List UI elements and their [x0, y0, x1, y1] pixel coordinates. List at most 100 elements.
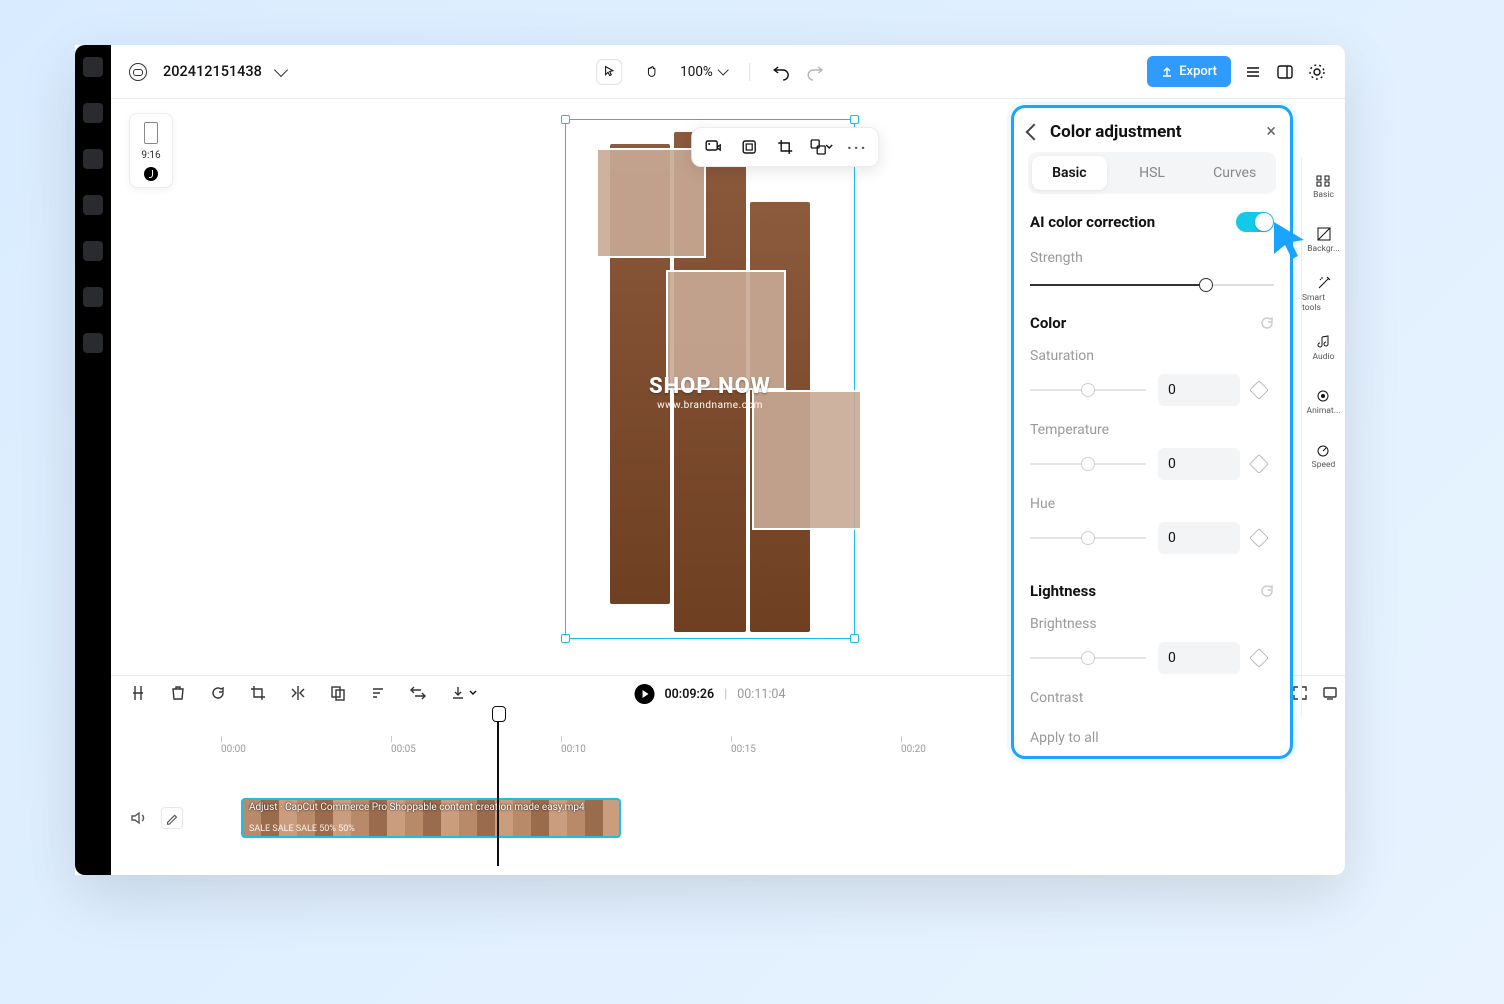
- playback-readout: 00:09:26 | 00:11:04: [635, 684, 786, 704]
- redo-icon: [806, 63, 824, 81]
- selection-box[interactable]: SHOP NOW www.brandname.com: [565, 119, 855, 639]
- layers-button[interactable]: [1243, 62, 1263, 82]
- slider-thumb[interactable]: [1081, 651, 1095, 665]
- strength-slider[interactable]: [1030, 284, 1274, 286]
- hue-label: Hue: [1030, 496, 1274, 512]
- play-button[interactable]: [635, 684, 655, 704]
- retry-button[interactable]: [209, 684, 227, 702]
- back-button[interactable]: [1026, 124, 1043, 141]
- tiktok-icon: [144, 167, 158, 181]
- keyframe-button[interactable]: [1249, 528, 1269, 548]
- sort-button[interactable]: [369, 684, 387, 702]
- download-dropdown[interactable]: [449, 684, 477, 702]
- resize-handle-tl[interactable]: [561, 115, 570, 124]
- hue-slider[interactable]: [1030, 537, 1146, 539]
- export-button[interactable]: Export: [1147, 56, 1231, 87]
- color-section-title: Color: [1030, 314, 1066, 332]
- split-button[interactable]: [129, 684, 147, 702]
- play-icon: [643, 690, 649, 698]
- aspect-ratio-label: 9:16: [141, 150, 160, 161]
- saturation-value[interactable]: 0: [1158, 374, 1240, 406]
- crop-button[interactable]: [772, 134, 798, 160]
- rail-item-basic[interactable]: Basic: [1313, 163, 1334, 209]
- rail-item-audio[interactable]: Audio: [1313, 325, 1335, 371]
- brightness-value[interactable]: 0: [1158, 642, 1240, 674]
- hue-value[interactable]: 0: [1158, 522, 1240, 554]
- rail-label: Backgr...: [1307, 244, 1339, 254]
- replace-media-button[interactable]: [700, 134, 726, 160]
- brightness-label: Brightness: [1030, 616, 1274, 632]
- swap-button[interactable]: [808, 134, 834, 160]
- project-dropdown-caret-icon[interactable]: [274, 62, 288, 76]
- export-icon: [1161, 66, 1173, 78]
- time-current: 00:09:26: [665, 687, 715, 702]
- clip-label: Adjust · CapCut Commerce Pro Shoppable c…: [249, 802, 585, 813]
- aspect-ratio-card[interactable]: 9:16: [129, 113, 173, 188]
- divider: [749, 63, 750, 81]
- tab-hsl[interactable]: HSL: [1115, 156, 1190, 190]
- frame-button[interactable]: [736, 134, 762, 160]
- apply-to-all-button[interactable]: Apply to all: [1030, 730, 1274, 746]
- resize-handle-br[interactable]: [850, 634, 859, 643]
- keyframe-button[interactable]: [1249, 380, 1269, 400]
- rail-item-animation[interactable]: Animat...: [1307, 379, 1341, 425]
- photo-tile: [752, 390, 862, 530]
- preview-button[interactable]: [1321, 684, 1339, 702]
- reset-lightness-button[interactable]: [1260, 584, 1274, 598]
- temperature-slider[interactable]: [1030, 463, 1146, 465]
- resize-handle-tr[interactable]: [850, 115, 859, 124]
- topbar-right: Export: [1147, 56, 1327, 87]
- sidebar-icon: [1276, 63, 1294, 81]
- param-hue: Hue 0: [1030, 496, 1274, 554]
- basic-icon: [1315, 172, 1331, 188]
- saturation-slider[interactable]: [1030, 389, 1146, 391]
- rail-item-speed[interactable]: Speed: [1312, 433, 1336, 479]
- temperature-value[interactable]: 0: [1158, 448, 1240, 480]
- hand-icon: [645, 65, 658, 78]
- slider-thumb[interactable]: [1081, 457, 1095, 471]
- crop-timeline-button[interactable]: [249, 684, 267, 702]
- reverse-button[interactable]: [409, 684, 427, 702]
- keyframe-button[interactable]: [1249, 648, 1269, 668]
- rail-label: Smart tools: [1302, 293, 1345, 313]
- more-button[interactable]: ···: [844, 134, 870, 160]
- tab-curves[interactable]: Curves: [1197, 156, 1272, 190]
- project-name[interactable]: 202412151438: [163, 63, 262, 80]
- tab-basic[interactable]: Basic: [1032, 156, 1107, 190]
- fullscreen-button[interactable]: [1291, 684, 1309, 702]
- rail-item-background[interactable]: Backgr...: [1307, 217, 1339, 263]
- stage: 9:16 SHOP NOW www.brandname.com: [75, 99, 1345, 675]
- undo-button[interactable]: [772, 63, 790, 81]
- contrast-label: Contrast: [1030, 690, 1274, 706]
- brightness-slider[interactable]: [1030, 657, 1146, 659]
- settings-button[interactable]: [1307, 62, 1327, 82]
- resize-handle-bl[interactable]: [561, 634, 570, 643]
- keyframe-button[interactable]: [1249, 454, 1269, 474]
- mute-button[interactable]: [129, 809, 147, 827]
- video-clip[interactable]: Adjust · CapCut Commerce Pro Shoppable c…: [241, 798, 621, 838]
- redo-button[interactable]: [806, 63, 824, 81]
- tick-label: 00:10: [561, 744, 586, 755]
- mirror-button[interactable]: [289, 684, 307, 702]
- duplicate-button[interactable]: [329, 684, 347, 702]
- slider-thumb[interactable]: [1199, 278, 1213, 292]
- zoom-dropdown[interactable]: 100%: [680, 64, 727, 80]
- pointer-tool-button[interactable]: [596, 59, 622, 85]
- hand-tool-button[interactable]: [638, 59, 664, 85]
- delete-button[interactable]: [169, 684, 187, 702]
- reset-color-button[interactable]: [1260, 316, 1274, 330]
- image-swap-icon: [704, 138, 722, 156]
- rail-label: Animat...: [1307, 406, 1341, 416]
- cloud-icon[interactable]: [129, 63, 147, 81]
- time-divider: |: [724, 687, 727, 702]
- aspect-frame-icon: [144, 122, 158, 144]
- slider-thumb[interactable]: [1081, 531, 1095, 545]
- panel-toggle-button[interactable]: [1275, 62, 1295, 82]
- rail-item-smart-tools[interactable]: Smart tools: [1302, 271, 1345, 317]
- close-button[interactable]: ×: [1266, 123, 1276, 141]
- audio-icon: [1316, 334, 1332, 350]
- viewport-tools: 100%: [596, 59, 824, 85]
- playhead[interactable]: [497, 706, 499, 866]
- edit-track-button[interactable]: [161, 807, 183, 829]
- slider-thumb[interactable]: [1081, 383, 1095, 397]
